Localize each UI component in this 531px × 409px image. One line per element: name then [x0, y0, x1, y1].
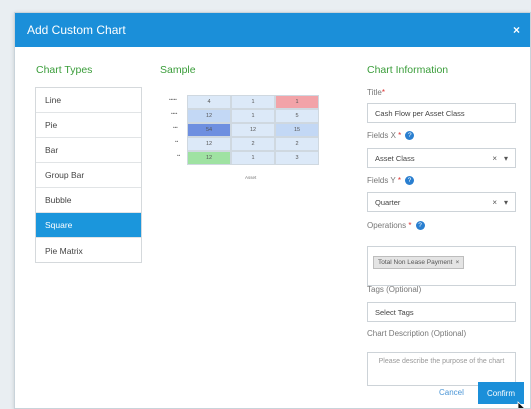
chevron-down-icon[interactable]: ▾: [504, 154, 508, 163]
modal-title: Add Custom Chart: [27, 23, 126, 37]
clear-icon[interactable]: ×: [492, 154, 497, 163]
sample-cell: 1: [275, 95, 319, 109]
sample-cell: 15: [275, 123, 319, 137]
help-icon[interactable]: ?: [405, 131, 415, 141]
tags-label: Tags (Optional): [367, 285, 422, 294]
sample-cell: 54: [187, 123, 231, 137]
sample-y-label: ••••: [171, 111, 178, 116]
fields-x-select[interactable]: Asset Class × ▾: [367, 148, 516, 168]
sample-heading: Sample: [160, 64, 196, 76]
sample-cell: 4: [187, 95, 231, 109]
operation-chip-label: Total Non Lease Payment: [378, 259, 453, 266]
sample-y-label: •••••: [169, 97, 177, 102]
sample-chart: 4 1 1 12 1 5 54 12 15 12 2 2 12 1 3 ••••• •••• ••• •• …: [165, 91, 325, 183]
help-icon[interactable]: ?: [404, 176, 414, 186]
sample-y-label: ••: [175, 139, 179, 144]
sample-cell: 1: [231, 95, 275, 109]
chart-type-bar[interactable]: Bar: [36, 138, 141, 163]
sample-cell: 1: [231, 151, 275, 165]
sample-cell: 12: [187, 137, 231, 151]
title-label: Title*: [367, 88, 385, 97]
fields-y-select[interactable]: Quarter × ▾: [367, 192, 516, 212]
clear-icon[interactable]: ×: [492, 198, 497, 207]
mouse-cursor-icon: [517, 401, 526, 408]
chart-type-pie-matrix[interactable]: Pie Matrix: [36, 238, 141, 263]
tags-select[interactable]: Select Tags: [367, 302, 516, 322]
sample-x-label: Asset: [245, 175, 257, 180]
sample-y-label: ••: [177, 153, 181, 158]
sample-cell: 2: [275, 137, 319, 151]
operations-multiselect[interactable]: Total Non Lease Payment ×: [367, 246, 516, 286]
chart-type-group-bar[interactable]: Group Bar: [36, 163, 141, 188]
operation-chip: Total Non Lease Payment ×: [373, 256, 465, 269]
description-textarea[interactable]: Please describe the purpose of the chart: [367, 352, 516, 386]
chart-types-list: Line Pie Bar Group Bar Bubble Square Pie…: [35, 87, 142, 263]
sample-cell: 1: [231, 109, 275, 123]
cancel-button[interactable]: Cancel: [439, 388, 464, 397]
sample-cell: 5: [275, 109, 319, 123]
title-input[interactable]: Cash Flow per Asset Class: [367, 103, 516, 123]
add-custom-chart-modal: Add Custom Chart × Chart Types Line Pie …: [14, 12, 531, 409]
chart-type-line[interactable]: Line: [36, 88, 141, 113]
fields-y-value: Quarter: [375, 197, 401, 207]
sample-y-label: •••: [173, 125, 178, 130]
sample-cell: 3: [275, 151, 319, 165]
close-icon[interactable]: ×: [513, 23, 520, 37]
sample-cell: 12: [187, 109, 231, 123]
description-label: Chart Description (Optional): [367, 329, 467, 338]
fields-y-label: Fields Y *?: [367, 176, 414, 186]
modal-header: Add Custom Chart ×: [15, 13, 530, 47]
operations-label: Operations *?: [367, 221, 425, 231]
chart-type-square[interactable]: Square: [36, 213, 141, 238]
fields-x-label: Fields X *?: [367, 131, 415, 141]
chart-information-heading: Chart Information: [367, 64, 449, 76]
sample-cell: 12: [231, 123, 275, 137]
chart-type-bubble[interactable]: Bubble: [36, 188, 141, 213]
chart-types-heading: Chart Types: [36, 64, 93, 76]
sample-cell: 12: [187, 151, 231, 165]
help-icon[interactable]: ?: [415, 221, 425, 231]
chevron-down-icon[interactable]: ▾: [504, 198, 508, 207]
fields-x-value: Asset Class: [375, 153, 415, 163]
chart-type-pie[interactable]: Pie: [36, 113, 141, 138]
sample-cell: 2: [231, 137, 275, 151]
remove-chip-icon[interactable]: ×: [455, 259, 459, 266]
